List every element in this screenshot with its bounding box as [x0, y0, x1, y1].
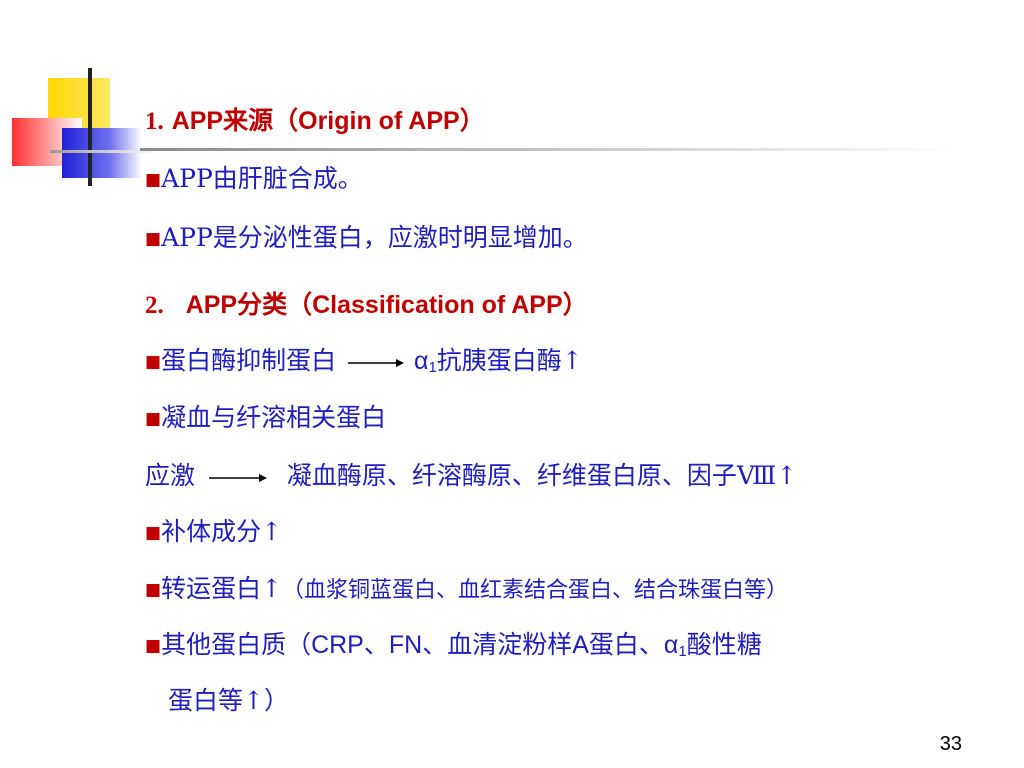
list-item: ■蛋白酶抑制蛋白 α1抗胰蛋白酶↑ — [145, 346, 583, 376]
header-rule — [140, 148, 960, 151]
list-item: ■凝血与纤溶相关蛋白 — [145, 403, 387, 432]
list-item: ■其他蛋白质（CRP、FN、血清淀粉样A蛋白、α1酸性糖 — [145, 630, 762, 660]
corner-decoration — [12, 68, 160, 186]
list-item: ■APP是分泌性蛋白，应激时明显增加。 — [145, 223, 588, 252]
list-item: ■补体成分↑ — [145, 517, 283, 546]
list-item-continuation: 蛋白等↑） — [168, 686, 289, 715]
list-item: ■转运蛋白↑（血浆铜蓝蛋白、血红素结合蛋白、结合珠蛋白等） — [145, 574, 789, 603]
list-item: ■APP由肝脏合成。 — [145, 164, 363, 193]
list-item: 应激 凝血酶原、纤溶酶原、纤维蛋白原、因子Ⅷ↑ — [145, 461, 798, 490]
section-1-heading: 1. APP来源（Origin of APP） — [145, 106, 485, 135]
right-arrow-icon — [208, 473, 267, 482]
right-arrow-icon — [348, 358, 405, 367]
page-number: 33 — [939, 733, 962, 755]
section-2-heading: 2. APP分类（Classification of APP） — [145, 290, 588, 319]
